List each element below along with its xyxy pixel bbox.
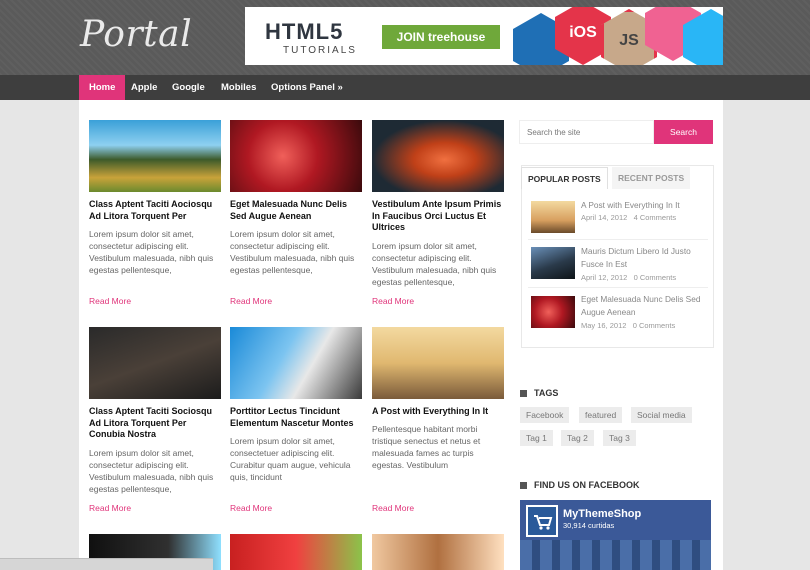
post-excerpt: Lorem ipsum dolor sit amet, consectetur … [230,229,355,275]
nav-item-google[interactable]: Google [162,75,215,100]
post-thumbnail[interactable] [230,120,362,192]
read-more-link[interactable]: Read More [230,503,272,513]
tag-link[interactable]: Tag 2 [561,430,594,446]
banner-cta-button[interactable]: JOIN treehouse [382,25,500,49]
tag-link[interactable]: Tag 3 [603,430,636,446]
post-excerpt: Lorem ipsum dolor sit amet, consectetur … [89,229,214,275]
popular-post-title[interactable]: Mauris Dictum Libero Id Justo Fusce In E… [581,245,709,271]
post-title[interactable]: Eget Malesuada Nunc Delis Sed Augue Aene… [230,199,364,222]
banner-subline: TUTORIALS [283,45,357,56]
horizontal-scrollbar[interactable] [0,558,213,570]
facebook-cover [520,540,711,570]
square-icon [520,389,527,397]
main-nav: Home Apple Google Mobiles Options Panel … [0,75,810,100]
facebook-like-count: 30,914 curtidas [563,521,615,530]
read-more-link[interactable]: Read More [89,503,131,513]
tag-link[interactable]: featured [579,407,623,423]
post-thumbnail[interactable] [89,327,221,399]
post-thumbnail[interactable] [89,120,221,192]
post-thumbnail[interactable] [230,327,362,399]
divider [528,287,708,288]
popular-post-meta: April 12, 2012 0 Comments [581,273,677,282]
popular-post-meta: May 16, 2012 0 Comments [581,321,676,330]
nav-item-home[interactable]: Home [79,75,126,100]
post-thumbnail[interactable] [372,534,504,570]
post-excerpt: Lorem ipsum dolor sit amet, consectetur … [89,448,214,494]
post-title[interactable]: Class Aptent Taciti Aociosqu Ad Litora T… [89,199,223,222]
post-title[interactable]: Class Aptent Taciti Sociosqu Ad Litora T… [89,406,223,441]
tab-popular-posts[interactable]: POPULAR POSTS [521,167,608,189]
post-excerpt: Pellentesque habitant morbi tristique se… [372,424,481,470]
ad-banner[interactable]: HTML5 TUTORIALS JOIN treehouse iOS JS [245,7,723,65]
facebook-widget-title: FIND US ON FACEBOOK [520,480,640,490]
popular-post-thumbnail[interactable] [531,296,575,328]
square-icon [520,481,527,489]
post-excerpt: Lorem ipsum dolor sit amet, consectetuer… [230,436,351,482]
read-more-link[interactable]: Read More [230,296,272,306]
read-more-link[interactable]: Read More [89,296,131,306]
popular-post-thumbnail[interactable] [531,247,575,279]
tab-recent-posts[interactable]: RECENT POSTS [612,167,691,189]
post-thumbnail[interactable] [372,327,504,399]
post-title[interactable]: A Post with Everything In It [372,406,506,418]
popular-post-title[interactable]: Eget Malesuada Nunc Delis Sed Augue Aene… [581,293,709,319]
post-thumbnail[interactable] [372,120,504,192]
post-title[interactable]: Porttitor Lectus Tincidunt Elementum Nas… [230,406,364,429]
nav-item-options-panel[interactable]: Options Panel » [261,75,353,100]
read-more-link[interactable]: Read More [372,296,414,306]
site-header: Portal HTML5 TUTORIALS JOIN treehouse iO… [0,0,810,75]
post-excerpt: Lorem ipsum dolor sit amet, consectetur … [372,241,497,287]
facebook-like-box[interactable]: MyThemeShop 30,914 curtidas [520,500,711,570]
nav-item-apple[interactable]: Apple [121,75,167,100]
tag-link[interactable]: Social media [631,407,692,423]
post-title[interactable]: Vestibulum Ante Ipsum Primis In Faucibus… [372,199,506,234]
facebook-page-name[interactable]: MyThemeShop [563,508,641,520]
tag-link[interactable]: Tag 1 [520,430,553,446]
popular-post-title[interactable]: A Post with Everything In It [581,199,709,212]
divider [528,239,708,240]
popular-post-meta: April 14, 2012 4 Comments [581,213,677,222]
search-button[interactable]: Search [654,120,713,144]
post-thumbnail[interactable] [230,534,362,570]
nav-item-mobiles[interactable]: Mobiles [211,75,266,100]
read-more-link[interactable]: Read More [372,503,414,513]
page-avatar [526,505,558,537]
banner-headline: HTML5 [265,19,344,44]
popular-post-thumbnail[interactable] [531,201,575,233]
search-input[interactable]: Search the site [519,120,654,144]
cart-icon [528,507,556,535]
site-logo[interactable]: Portal [80,14,192,55]
tag-link[interactable]: Facebook [520,407,570,423]
tags-widget-title: TAGS [520,388,558,398]
